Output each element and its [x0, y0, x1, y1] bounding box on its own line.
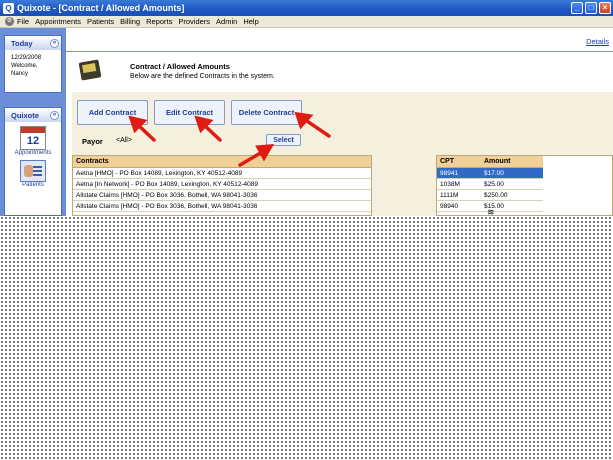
add-contract-button[interactable]: Add Contract: [77, 100, 148, 125]
page-subtitle: Below are the defined Contracts in the s…: [130, 73, 275, 80]
nav-appointments[interactable]: 12 Appointments: [5, 126, 61, 156]
minimize-button[interactable]: _: [571, 2, 583, 14]
app-menu-icon[interactable]: ⚙: [5, 17, 14, 26]
today-panel-header[interactable]: Today «: [5, 36, 61, 50]
quixote-panel: Quixote « 12 Appointments Patients: [4, 107, 62, 216]
table-row[interactable]: Aetna [In Network] - PO Box 14089, Lexin…: [73, 179, 371, 190]
dotted-background: [0, 216, 613, 460]
menu-help[interactable]: Help: [243, 17, 258, 26]
welcome-text: Welcome,: [11, 63, 38, 69]
payor-select[interactable]: <All>: [116, 137, 132, 144]
user-name: Nancy: [11, 71, 29, 77]
collapse-icon[interactable]: «: [50, 38, 59, 48]
divider: [66, 51, 613, 52]
contracts-header[interactable]: Contracts: [73, 156, 371, 168]
today-date: 12/29/2008: [11, 55, 42, 61]
nav-patients-label: Patients: [22, 182, 44, 188]
title-bar: Q Quixote - [Contract / Allowed Amounts]…: [0, 0, 613, 16]
table-row[interactable]: 1038M $25.00: [437, 179, 543, 190]
payor-label: Payor: [82, 137, 103, 146]
cpt-column-header[interactable]: CPT: [437, 158, 481, 165]
patients-icon: [20, 160, 46, 182]
close-button[interactable]: ×: [599, 2, 611, 14]
details-link[interactable]: Details: [586, 37, 609, 46]
quixote-panel-header[interactable]: Quixote «: [5, 108, 61, 122]
today-title: Today: [11, 38, 33, 48]
menu-providers[interactable]: Providers: [178, 17, 210, 26]
menu-admin[interactable]: Admin: [216, 17, 237, 26]
nav-appointments-label: Appointments: [14, 150, 52, 156]
table-row[interactable]: Allstate Claims [HMO] - PO Box 3036, Bot…: [73, 201, 371, 212]
page-title: Contract / Allowed Amounts: [130, 62, 230, 71]
calendar-icon: 12: [20, 126, 46, 150]
cursor-icon: ≋: [487, 207, 495, 217]
table-row[interactable]: 1111M $250.00: [437, 190, 543, 201]
amount-column-header[interactable]: Amount: [481, 158, 543, 165]
table-row[interactable]: 98941 $17.00: [437, 168, 543, 179]
app-icon: Q: [3, 2, 14, 14]
menu-file[interactable]: File: [17, 17, 29, 26]
delete-contract-button[interactable]: Delete Contract: [231, 100, 302, 125]
book-icon: [78, 59, 102, 81]
window-title: Quixote - [Contract / Allowed Amounts]: [17, 3, 185, 13]
contracts-grid: Contracts Aetna [HMO] - PO Box 14089, Le…: [72, 155, 372, 216]
select-button[interactable]: Select: [266, 134, 301, 146]
menu-bar: ⚙ File Appointments Patients Billing Rep…: [0, 16, 613, 28]
sidebar: Today « 12/29/2008 Welcome, Nancy Quixot…: [0, 28, 66, 216]
amounts-header: CPT Amount: [437, 156, 543, 168]
main-content: Details Contract / Allowed Amounts Below…: [66, 28, 613, 216]
menu-patients[interactable]: Patients: [87, 17, 114, 26]
collapse-icon[interactable]: «: [50, 110, 59, 120]
menu-appointments[interactable]: Appointments: [35, 17, 81, 26]
quixote-title: Quixote: [11, 110, 39, 120]
table-row[interactable]: Allstate Claims [HMO] - PO Box 3036, Bot…: [73, 190, 371, 201]
edit-contract-button[interactable]: Edit Contract: [154, 100, 225, 125]
nav-patients[interactable]: Patients: [5, 160, 61, 188]
menu-reports[interactable]: Reports: [146, 17, 172, 26]
maximize-button[interactable]: □: [585, 2, 597, 14]
contract-workspace: Add Contract Edit Contract Delete Contra…: [72, 92, 613, 216]
amounts-grid: CPT Amount 98941 $17.00 1038M $25.00 111…: [436, 155, 613, 216]
menu-billing[interactable]: Billing: [120, 17, 140, 26]
today-panel: Today « 12/29/2008 Welcome, Nancy: [4, 35, 62, 93]
table-row[interactable]: Aetna [HMO] - PO Box 14089, Lexington, K…: [73, 168, 371, 179]
